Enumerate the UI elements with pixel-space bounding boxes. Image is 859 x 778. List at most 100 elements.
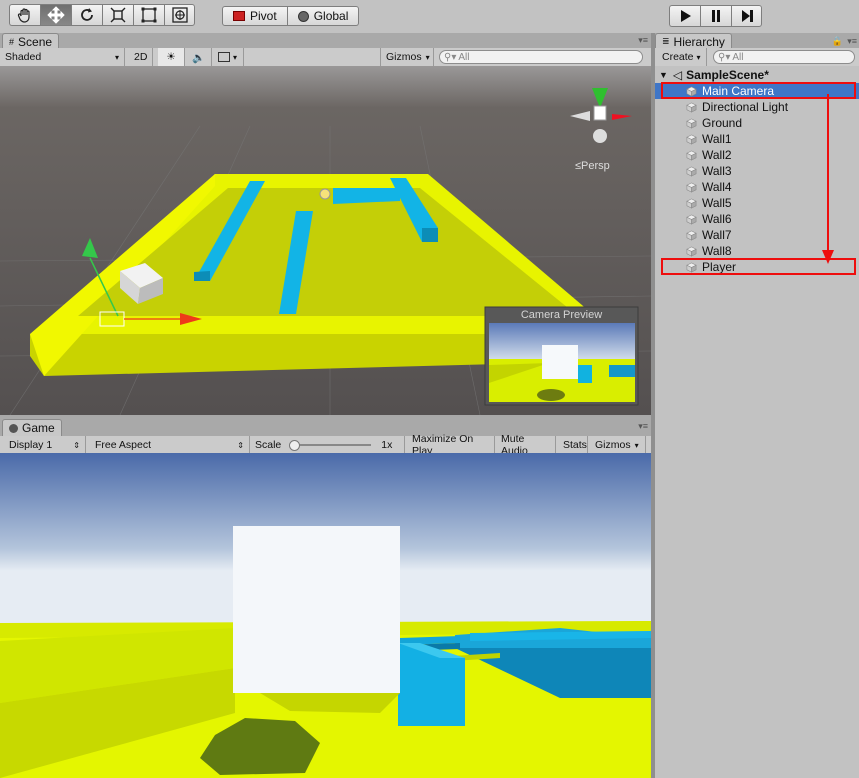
hierarchy-item-label: Wall7 bbox=[702, 228, 732, 242]
pivot-toggle-group: Pivot Global bbox=[222, 6, 360, 26]
rect-tool-button[interactable] bbox=[133, 4, 164, 26]
gizmos-dropdown[interactable]: Gizmos ▾ bbox=[380, 48, 434, 66]
scene-search-input[interactable]: ⚲▾ All bbox=[439, 50, 643, 64]
game-render bbox=[0, 453, 651, 778]
audio-toggle[interactable]: 🔈 bbox=[186, 48, 212, 66]
scene-tabbar: # Scene ▾≡ bbox=[0, 33, 651, 49]
panel-menu-icon[interactable]: ▾≡ bbox=[638, 35, 648, 46]
move-tool-button[interactable] bbox=[40, 4, 71, 26]
mute-audio-toggle[interactable]: Mute Audio bbox=[496, 433, 556, 457]
hierarchy-search-input[interactable]: ⚲▾ All bbox=[713, 50, 855, 64]
move-arrows-icon bbox=[47, 6, 65, 24]
transform-tool-button[interactable] bbox=[164, 4, 195, 26]
play-icon bbox=[681, 10, 691, 22]
shading-mode-dropdown[interactable]: Shaded ▾ bbox=[0, 48, 125, 66]
panel-menu-icon[interactable]: ▾≡ bbox=[638, 421, 648, 432]
sun-icon: ☀ bbox=[166, 51, 176, 63]
perspective-label[interactable]: ≤Persp bbox=[575, 160, 610, 172]
gameobject-cube-icon bbox=[686, 198, 697, 209]
unity-scene-icon: ◁ bbox=[672, 68, 683, 82]
scene-viewport[interactable]: ≤Persp Camera Preview bbox=[0, 66, 651, 415]
hierarchy-item-label: Wall3 bbox=[702, 164, 732, 178]
image-icon bbox=[217, 52, 230, 62]
hierarchy-item-label: Wall4 bbox=[702, 180, 732, 194]
annotation-arrow bbox=[822, 94, 834, 264]
pivot-button[interactable]: Pivot bbox=[222, 6, 288, 26]
hierarchy-item-label: Ground bbox=[702, 116, 743, 130]
gameobject-cube-icon bbox=[686, 134, 697, 145]
tab-scene[interactable]: # Scene bbox=[2, 33, 60, 49]
hierarchy-controlbar: Create ▾ ⚲▾ All bbox=[655, 48, 859, 67]
tab-game[interactable]: Game bbox=[2, 419, 62, 436]
gameobject-cube-icon bbox=[686, 102, 697, 113]
hierarchy-item-label: Wall8 bbox=[702, 244, 732, 258]
hierarchy-item-label: Wall1 bbox=[702, 132, 732, 146]
aspect-dropdown[interactable]: Free Aspect ⇕ bbox=[90, 436, 250, 454]
search-icon: ⚲▾ bbox=[444, 51, 457, 63]
camera-preview-title: Camera Preview bbox=[520, 309, 603, 321]
game-gizmos-dropdown[interactable]: Gizmos ▾ bbox=[590, 436, 646, 454]
hierarchy-item-label: Directional Light bbox=[702, 100, 789, 114]
hand-tool-button[interactable] bbox=[9, 4, 40, 26]
game-controlbar: Display 1 ⇕ Free Aspect ⇕ Scale 1x Maxim… bbox=[0, 433, 651, 457]
grid-icon: # bbox=[9, 36, 15, 47]
dropdown-arrow-icon: ▾ bbox=[232, 52, 237, 62]
scale-control: Scale 1x bbox=[250, 436, 405, 454]
updown-arrow-icon: ⇕ bbox=[237, 440, 244, 450]
pause-icon bbox=[712, 10, 720, 22]
play-button[interactable] bbox=[669, 5, 700, 27]
scale-slider-thumb[interactable] bbox=[289, 440, 301, 451]
gameobject-cube-icon bbox=[686, 118, 697, 129]
tab-hierarchy[interactable]: ≣ Hierarchy bbox=[655, 33, 732, 49]
pause-button[interactable] bbox=[700, 5, 731, 27]
step-button[interactable] bbox=[731, 5, 762, 27]
dropdown-arrow-icon: ▾ bbox=[634, 440, 639, 450]
speaker-icon: 🔈 bbox=[191, 51, 206, 64]
gameobject-cube-icon bbox=[686, 246, 697, 257]
updown-arrow-icon: ⇕ bbox=[73, 440, 80, 450]
lighting-toggle[interactable]: ☀ bbox=[158, 48, 185, 66]
rotate-tool-button[interactable] bbox=[71, 4, 102, 26]
scale-icon bbox=[110, 7, 126, 23]
lock-icon[interactable]: 🔒 bbox=[832, 36, 843, 47]
scene-controlbar: Shaded ▾ 2D ☀ 🔈 ▾ Gizmos ▾ ⚲▾ All bbox=[0, 48, 651, 67]
gameobject-cube-icon bbox=[686, 214, 697, 225]
globe-icon bbox=[297, 10, 309, 22]
pivot-icon bbox=[233, 11, 245, 21]
2d-toggle-button[interactable]: 2D bbox=[129, 48, 153, 66]
dropdown-arrow-icon: ▾ bbox=[114, 52, 119, 62]
main-toolbar: Pivot Global bbox=[0, 0, 859, 34]
hierarchy-item-label: Wall6 bbox=[702, 212, 732, 226]
hierarchy-item-label: Wall5 bbox=[702, 196, 732, 210]
expand-triangle-icon[interactable]: ▼ bbox=[659, 70, 668, 80]
list-icon: ≣ bbox=[662, 36, 670, 46]
effects-dropdown[interactable]: ▾ bbox=[212, 48, 244, 66]
step-icon bbox=[741, 10, 753, 22]
display-dropdown[interactable]: Display 1 ⇕ bbox=[4, 436, 86, 454]
rect-transform-icon bbox=[141, 7, 157, 23]
stats-toggle[interactable]: Stats bbox=[558, 436, 588, 454]
pacman-icon bbox=[9, 423, 18, 433]
camera-preview-image bbox=[489, 323, 635, 402]
game-viewport[interactable] bbox=[0, 453, 651, 778]
gameobject-cube-icon bbox=[686, 182, 697, 193]
dropdown-arrow-icon: ▾ bbox=[696, 52, 701, 62]
maximize-on-play-toggle[interactable]: Maximize On Play bbox=[407, 433, 495, 457]
rotate-icon bbox=[81, 8, 93, 21]
hierarchy-tabbar: ≣ Hierarchy 🔒 ▾≡ bbox=[655, 33, 859, 49]
hand-icon bbox=[17, 8, 30, 23]
hierarchy-item-label: Wall2 bbox=[702, 148, 732, 162]
scene-root-row[interactable]: ▼ ◁ SampleScene* bbox=[655, 67, 859, 83]
create-dropdown[interactable]: Create ▾ bbox=[657, 48, 707, 66]
gameobject-cube-icon bbox=[686, 230, 697, 241]
scale-slider[interactable] bbox=[289, 440, 372, 451]
scale-tool-button[interactable] bbox=[102, 4, 133, 26]
game-tabbar: Game ▾≡ bbox=[0, 417, 651, 437]
dropdown-arrow-icon: ▾ bbox=[425, 52, 430, 62]
global-button[interactable]: Global bbox=[287, 6, 360, 26]
transform-tools bbox=[9, 4, 195, 26]
play-controls bbox=[669, 5, 762, 27]
panel-menu-icon[interactable]: ▾≡ bbox=[847, 36, 857, 47]
gameobject-cube-icon bbox=[686, 150, 697, 161]
search-icon: ⚲▾ bbox=[718, 51, 731, 63]
